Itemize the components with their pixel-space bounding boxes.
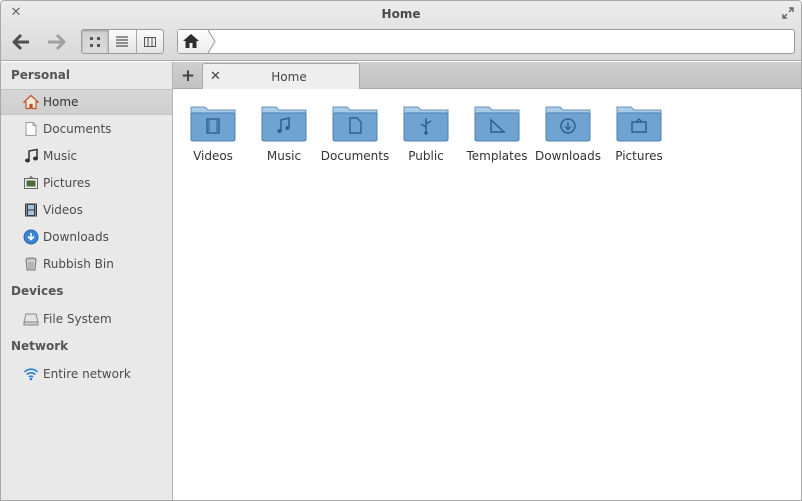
sidebar-item-music[interactable]: Music xyxy=(1,143,172,169)
film-icon xyxy=(23,202,39,218)
sidebar-item-label: Rubbish Bin xyxy=(43,257,114,271)
window-maximize-icon[interactable] xyxy=(781,6,795,20)
grid-icon xyxy=(90,36,101,47)
sidebar-heading-personal: Personal xyxy=(11,68,70,82)
document-icon xyxy=(23,121,39,137)
folder-videos[interactable]: Videos xyxy=(178,103,248,173)
sidebar-item-label: Documents xyxy=(43,122,112,136)
tab-label: Home xyxy=(271,70,307,84)
folder-icon xyxy=(616,106,662,142)
column-view-button[interactable] xyxy=(137,30,163,53)
path-separator-icon xyxy=(208,30,216,53)
download-icon xyxy=(23,229,39,245)
sidebar-item-label: Pictures xyxy=(43,176,91,190)
folder-music[interactable]: Music xyxy=(249,103,319,173)
sidebar-item-downloads[interactable]: Downloads xyxy=(1,224,172,250)
folder-documents[interactable]: Documents xyxy=(320,103,390,173)
folder-label: Downloads xyxy=(535,149,601,163)
sidebar-heading-network: Network xyxy=(11,339,69,353)
sidebar-item-entire-network[interactable]: Entire network xyxy=(1,361,172,387)
folder-label: Public xyxy=(408,149,444,163)
folder-icon xyxy=(261,106,307,142)
sidebar-item-label: Home xyxy=(43,95,79,109)
home-icon xyxy=(183,34,199,48)
sidebar: Personal Home Documents Music Pictures V… xyxy=(1,62,173,500)
sidebar-item-label: Videos xyxy=(43,203,83,217)
forward-button[interactable] xyxy=(45,32,67,52)
folder-public[interactable]: Public xyxy=(391,103,461,173)
sidebar-item-pictures[interactable]: Pictures xyxy=(1,170,172,196)
back-button[interactable] xyxy=(11,32,33,52)
folder-icon xyxy=(332,106,378,142)
arrow-right-icon xyxy=(48,33,66,51)
folder-icon xyxy=(474,106,520,142)
list-view-button[interactable] xyxy=(109,30,137,53)
wifi-icon xyxy=(23,366,39,382)
file-view: Videos Music Documents Public Templates … xyxy=(173,89,801,500)
icon-view-button[interactable] xyxy=(82,30,110,53)
sidebar-item-documents[interactable]: Documents xyxy=(1,116,172,142)
list-icon xyxy=(116,35,129,47)
path-home-segment[interactable] xyxy=(178,30,216,53)
sidebar-item-label: Music xyxy=(43,149,78,163)
folder-label: Videos xyxy=(193,149,233,163)
folder-label: Documents xyxy=(320,149,390,163)
file-manager-window: ✕ Home Personal Home Documents Music Pic… xyxy=(0,0,802,501)
sidebar-item-label: Downloads xyxy=(43,230,109,244)
tab-home[interactable]: ✕ Home xyxy=(202,63,360,90)
sidebar-item-home[interactable]: Home xyxy=(1,89,172,115)
music-note-icon xyxy=(23,148,39,164)
folder-label: Templates xyxy=(466,149,528,163)
sidebar-item-label: Entire network xyxy=(43,367,131,381)
sidebar-item-rubbish-bin[interactable]: Rubbish Bin xyxy=(1,251,172,277)
folder-templates[interactable]: Templates xyxy=(462,103,532,173)
folder-icon xyxy=(190,106,236,142)
drive-icon xyxy=(23,311,39,327)
tab-bar: + ✕ Home xyxy=(173,62,801,90)
folder-downloads[interactable]: Downloads xyxy=(533,103,603,173)
home-icon xyxy=(23,94,39,110)
view-mode-switcher xyxy=(81,29,164,54)
window-title: Home xyxy=(381,7,421,21)
folder-icon xyxy=(545,106,591,142)
trash-icon xyxy=(23,256,39,272)
folder-icon xyxy=(403,106,449,142)
new-tab-button[interactable]: + xyxy=(178,66,198,86)
arrow-left-icon xyxy=(12,33,29,51)
titlebar: ✕ Home xyxy=(1,1,801,27)
sidebar-item-videos[interactable]: Videos xyxy=(1,197,172,223)
sidebar-item-file-system[interactable]: File System xyxy=(1,306,172,332)
location-bar[interactable] xyxy=(177,29,795,54)
sidebar-heading-devices: Devices xyxy=(11,284,64,298)
folder-pictures[interactable]: Pictures xyxy=(604,103,674,173)
sidebar-item-label: File System xyxy=(43,312,112,326)
pictures-icon xyxy=(23,175,39,191)
folder-label: Music xyxy=(266,149,302,163)
header-bar: ✕ Home xyxy=(1,1,801,61)
folder-label: Pictures xyxy=(615,149,663,163)
columns-icon xyxy=(143,36,156,47)
